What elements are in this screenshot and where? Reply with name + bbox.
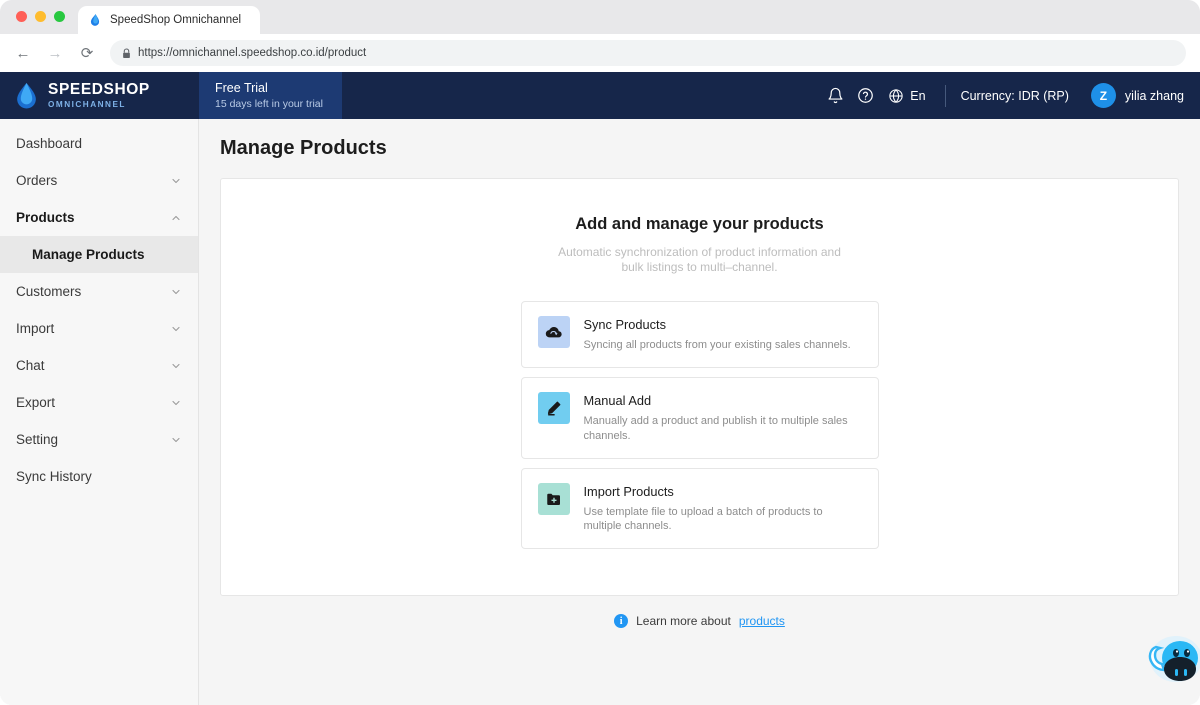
free-trial-banner[interactable]: Free Trial 15 days left in your trial <box>199 72 342 119</box>
speedshop-drop-favicon <box>90 14 100 26</box>
brand-name: SPEEDSHOP <box>48 81 150 99</box>
forward-icon[interactable]: → <box>46 44 64 62</box>
cloud-sync-icon <box>537 316 570 348</box>
panel-subtitle-line-2: bulk listings to multi–channel. <box>621 260 778 274</box>
option-title: Sync Products <box>583 317 667 332</box>
sidebar-item-dashboard[interactable]: Dashboard <box>0 125 198 162</box>
avatar: Z <box>1090 83 1116 108</box>
sidebar-item-export[interactable]: Export <box>0 384 198 421</box>
maximize-window-button[interactable] <box>54 11 65 22</box>
chevron-down-icon <box>172 400 180 405</box>
bell-icon[interactable] <box>820 81 850 111</box>
product-action-list: Sync Products Syncing all products from … <box>520 301 879 550</box>
sidebar-item-label: Export <box>16 395 56 410</box>
address-bar-url: https://omnichannel.speedshop.co.id/prod… <box>138 47 367 59</box>
chevron-down-icon <box>172 326 180 331</box>
question-circle-icon[interactable] <box>850 81 880 111</box>
chevron-up-icon <box>172 215 180 220</box>
lock-icon <box>123 47 130 58</box>
sidebar-item-chat[interactable]: Chat <box>0 347 198 384</box>
trial-days-left: 15 days left in your trial <box>215 98 323 110</box>
option-description: Manually add a product and publish it to… <box>583 414 848 442</box>
sidebar-item-sync-history[interactable]: Sync History <box>0 458 198 495</box>
sidebar-item-label: Orders <box>16 173 58 188</box>
close-window-button[interactable] <box>16 11 27 22</box>
folder-plus-icon <box>537 482 570 515</box>
language-label: En <box>910 88 926 103</box>
browser-window: SpeedShop Omnichannel ← → ⟳ https://omni… <box>0 0 1200 705</box>
sidebar-item-setting[interactable]: Setting <box>0 421 198 458</box>
option-title: Import Products <box>583 483 674 499</box>
globe-icon <box>889 88 903 103</box>
sidebar-item-orders[interactable]: Orders <box>0 162 198 199</box>
browser-tab-strip: SpeedShop Omnichannel <box>0 0 1200 34</box>
minimize-window-button[interactable] <box>35 11 46 22</box>
header-actions: En Currency: IDR (RP) Z yilia zhang <box>820 72 1200 119</box>
trial-title: Free Trial <box>215 81 268 95</box>
username-label: yilia zhang <box>1124 88 1184 103</box>
application: SPEEDSHOP OMNICHANNEL Free Trial 15 days… <box>0 72 1200 705</box>
option-import-products[interactable]: Import Products Use template file to upl… <box>520 467 879 550</box>
brand-subtitle: OMNICHANNEL <box>48 99 126 109</box>
option-sync-products[interactable]: Sync Products Syncing all products from … <box>520 301 879 368</box>
address-bar[interactable]: https://omnichannel.speedshop.co.id/prod… <box>110 40 1186 66</box>
sidebar-item-label: Sync History <box>16 469 92 484</box>
sidebar-item-label: Customers <box>16 284 82 299</box>
chevron-down-icon <box>172 178 180 183</box>
chat-mascot-icon[interactable] <box>1142 631 1200 687</box>
learn-more-text: Learn more about <box>636 614 731 628</box>
header-divider <box>944 84 946 107</box>
speedshop-drop-icon <box>17 83 36 109</box>
chevron-down-icon <box>172 289 180 294</box>
back-icon[interactable]: ← <box>14 44 32 62</box>
sidebar-item-label: Import <box>16 321 55 336</box>
products-empty-state-panel: Add and manage your products Automatic s… <box>220 178 1179 596</box>
option-description: Syncing all products from your existing … <box>583 339 851 351</box>
currency-selector[interactable]: Currency: IDR (RP) <box>961 89 1069 103</box>
sidebar-item-import[interactable]: Import <box>0 310 198 347</box>
sidebar-item-label: Setting <box>16 432 59 447</box>
browser-tab[interactable]: SpeedShop Omnichannel <box>78 6 260 34</box>
option-description: Use template file to upload a batch of p… <box>583 505 823 533</box>
sidebar-item-products[interactable]: Products <box>0 199 198 236</box>
window-traffic-lights <box>16 11 65 22</box>
sidebar-item-customers[interactable]: Customers <box>0 273 198 310</box>
user-menu[interactable]: Z yilia zhang <box>1090 83 1184 108</box>
option-manual-add[interactable]: Manual Add Manually add a product and pu… <box>520 376 879 459</box>
sidebar-item-label: Dashboard <box>16 136 83 151</box>
brand-logo[interactable]: SPEEDSHOP OMNICHANNEL <box>0 72 199 119</box>
app-body: Dashboard Orders Products Manage Product… <box>0 119 1200 705</box>
sidebar-item-manage-products[interactable]: Manage Products <box>0 236 198 273</box>
chevron-down-icon <box>172 363 180 368</box>
reload-icon[interactable]: ⟳ <box>78 44 96 62</box>
browser-tab-title: SpeedShop Omnichannel <box>110 14 242 26</box>
app-header: SPEEDSHOP OMNICHANNEL Free Trial 15 days… <box>0 72 1200 119</box>
sidebar-subitem-label: Manage Products <box>32 247 145 262</box>
sidebar-item-label: Products <box>16 210 75 225</box>
sidebar: Dashboard Orders Products Manage Product… <box>0 119 199 705</box>
language-switcher[interactable]: En <box>880 88 929 104</box>
panel-subtitle-line-1: Automatic synchronization of product inf… <box>558 245 841 259</box>
info-icon: i <box>614 614 629 628</box>
page-title: Manage Products <box>220 137 387 159</box>
learn-more-row: i Learn more about products <box>220 614 1179 628</box>
products-link[interactable]: products <box>739 614 785 628</box>
chevron-down-icon <box>172 437 180 442</box>
panel-title: Add and manage your products <box>575 215 824 233</box>
browser-toolbar: ← → ⟳ https://omnichannel.speedshop.co.i… <box>0 34 1200 72</box>
option-title: Manual Add <box>583 392 652 408</box>
sidebar-item-label: Chat <box>16 358 45 373</box>
panel-subtitle: Automatic synchronization of product inf… <box>221 245 1178 275</box>
main-content: Manage Products Add and manage your prod… <box>199 119 1200 705</box>
pencil-icon <box>537 391 570 424</box>
